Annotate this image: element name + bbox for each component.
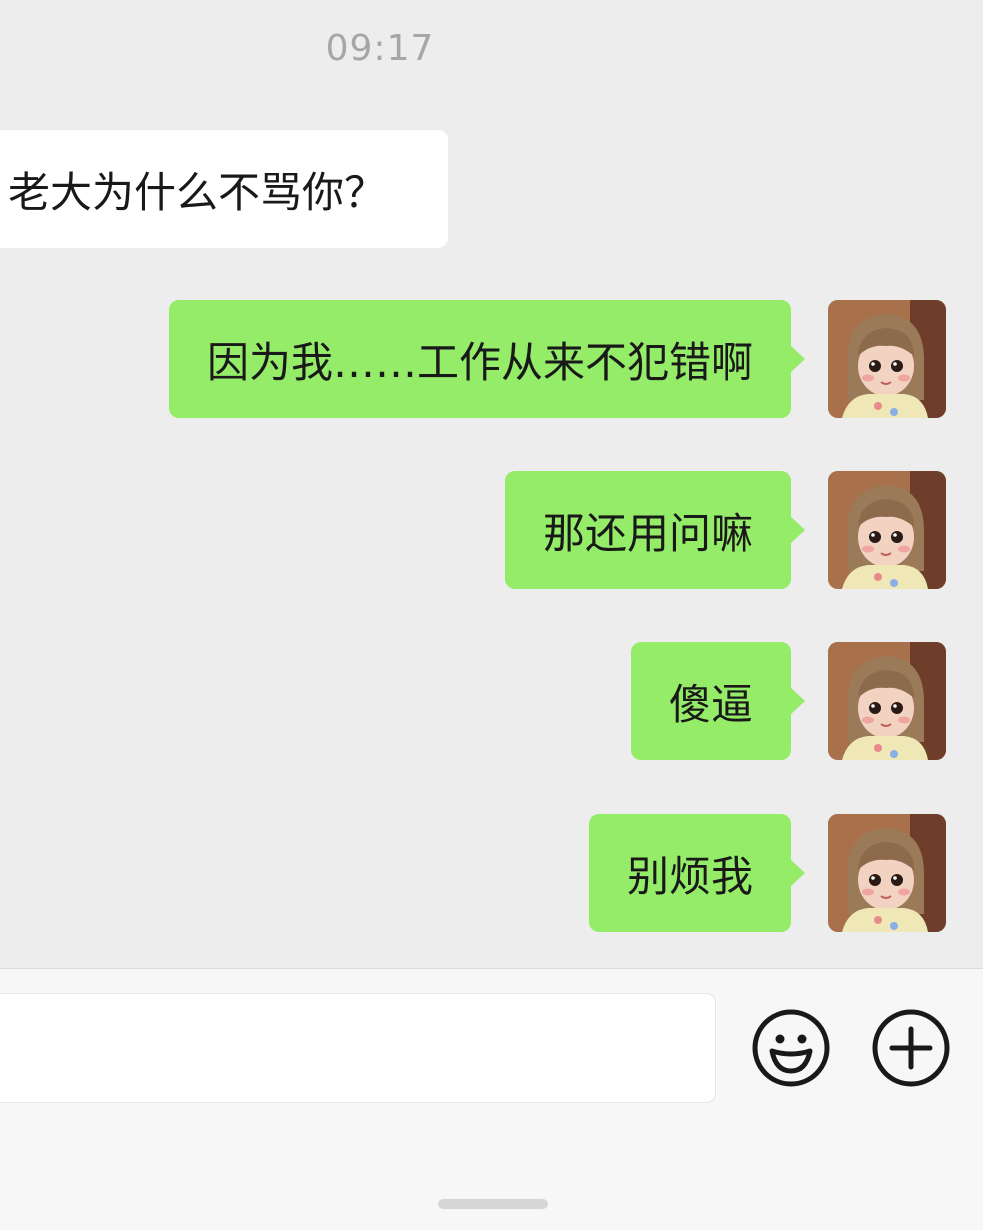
outgoing-message-row: 傻逼 bbox=[630, 642, 946, 760]
outgoing-message-bubble[interactable]: 因为我……工作从来不犯错啊 bbox=[168, 300, 806, 418]
outgoing-message-bubble[interactable]: 别烦我 bbox=[588, 814, 806, 932]
incoming-message-bubble[interactable]: 老大为什么不骂你？ bbox=[0, 130, 448, 248]
outgoing-message-row: 那还用问嘛 bbox=[504, 471, 946, 589]
message-input[interactable] bbox=[0, 993, 716, 1103]
doll-avatar-icon bbox=[828, 471, 946, 589]
message-timestamp: 09:17 bbox=[325, 28, 435, 69]
avatar[interactable] bbox=[828, 814, 946, 932]
avatar[interactable] bbox=[828, 471, 946, 589]
doll-avatar-icon bbox=[828, 814, 946, 932]
more-options-button[interactable] bbox=[872, 1009, 950, 1087]
doll-avatar-icon bbox=[828, 642, 946, 760]
outgoing-message-row: 别烦我 bbox=[588, 814, 946, 932]
doll-avatar-icon bbox=[828, 300, 946, 418]
emoji-button[interactable] bbox=[752, 1009, 830, 1087]
plus-circle-icon bbox=[872, 1009, 950, 1087]
chat-input-bar bbox=[0, 968, 983, 1230]
outgoing-message-row: 因为我……工作从来不犯错啊 bbox=[168, 300, 946, 418]
smiley-face-icon bbox=[752, 1009, 830, 1087]
home-indicator bbox=[438, 1199, 548, 1209]
avatar[interactable] bbox=[828, 300, 946, 418]
outgoing-message-bubble[interactable]: 傻逼 bbox=[630, 642, 806, 760]
outgoing-message-bubble[interactable]: 那还用问嘛 bbox=[504, 471, 806, 589]
chat-screen: 09:17 老大为什么不骂你？ 因为我……工作从来不犯错啊 那还用问嘛 傻逼 别… bbox=[0, 0, 983, 1230]
avatar[interactable] bbox=[828, 642, 946, 760]
